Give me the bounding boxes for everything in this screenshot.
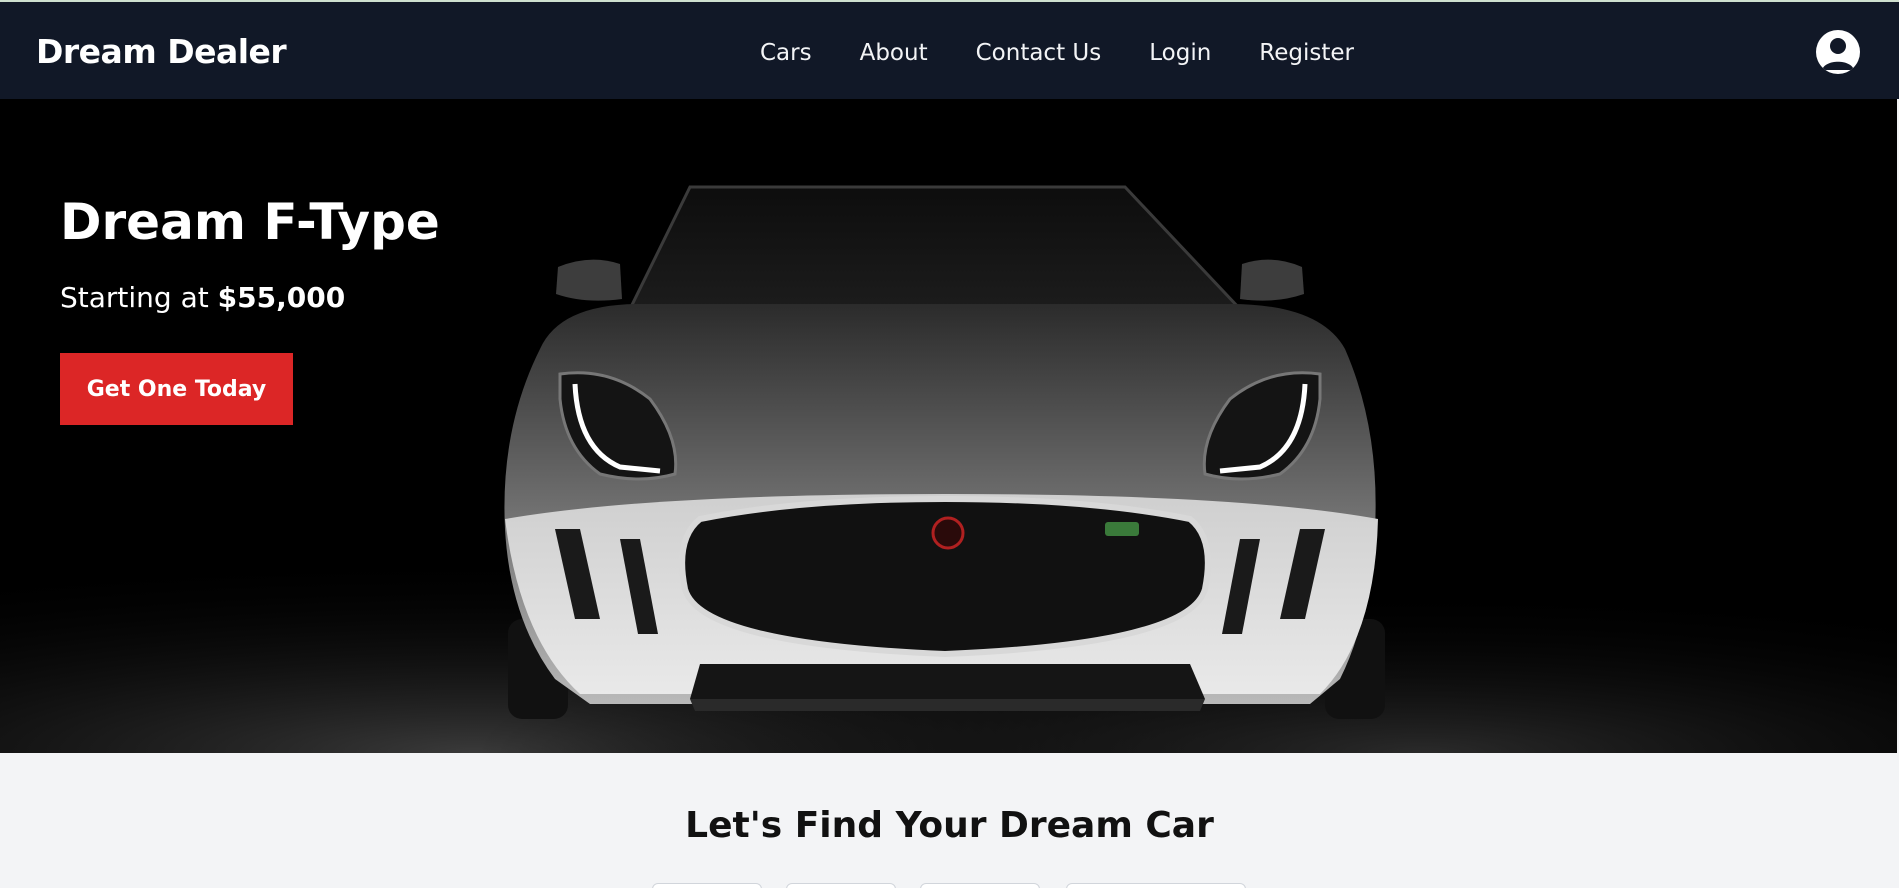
navbar: Dream Dealer Cars About Contact Us Login…	[0, 2, 1899, 99]
nav-link-register[interactable]: Register	[1259, 40, 1354, 66]
user-account-button[interactable]	[1816, 30, 1860, 74]
hero-title: Dream F-Type	[60, 193, 440, 251]
nav-links: Cars About Contact Us Login Register	[760, 40, 1402, 66]
filter-chip[interactable]	[652, 883, 762, 888]
nav-link-about[interactable]: About	[860, 40, 928, 66]
user-circle-icon	[1822, 38, 1854, 70]
brand-logo[interactable]: Dream Dealer	[36, 32, 287, 71]
nav-link-contact-us[interactable]: Contact Us	[976, 40, 1102, 66]
get-one-today-button[interactable]: Get One Today	[60, 353, 293, 425]
filter-chip[interactable]	[1066, 883, 1246, 888]
hero-banner: Dream F-Type Starting at $55,000 Get One…	[0, 99, 1897, 753]
find-section-title: Let's Find Your Dream Car	[685, 805, 1214, 846]
filter-chip[interactable]	[786, 883, 896, 888]
filter-chip[interactable]	[920, 883, 1040, 888]
find-dream-car-section: Let's Find Your Dream Car	[0, 753, 1899, 888]
nav-link-cars[interactable]: Cars	[760, 40, 812, 66]
hero-subtitle-prefix: Starting at	[60, 281, 209, 314]
nav-link-login[interactable]: Login	[1149, 40, 1211, 66]
hero-subtitle: Starting at $55,000	[60, 281, 345, 314]
hero-price: $55,000	[217, 281, 346, 314]
